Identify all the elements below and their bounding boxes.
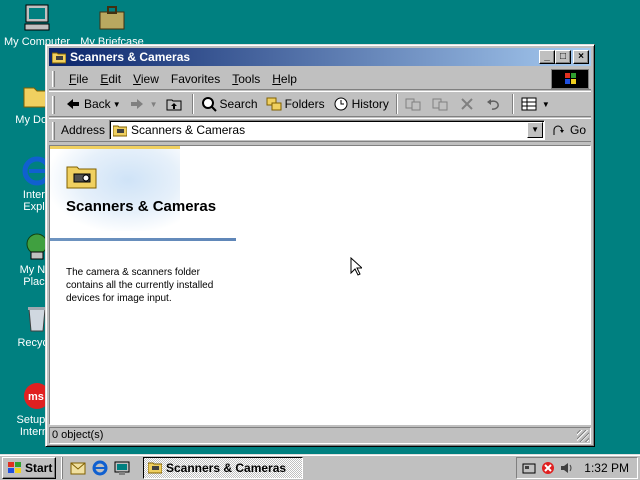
taskbar: Start Scanners & Cameras 1:32 PM	[0, 454, 640, 480]
folders-button[interactable]: Folders	[262, 93, 329, 115]
quick-launch-internet-explorer-icon[interactable]	[91, 459, 109, 477]
quick-launch	[62, 456, 135, 479]
start-label: Start	[25, 460, 53, 475]
my-computer-icon	[21, 2, 53, 34]
folders-icon	[266, 96, 282, 112]
scanner-folder-icon	[147, 461, 163, 474]
resize-grip[interactable]	[577, 430, 589, 442]
menu-help[interactable]: Help	[266, 72, 303, 86]
start-button[interactable]: Start	[2, 456, 56, 479]
address-value: Scanners & Cameras	[131, 123, 246, 137]
windows-logo-icon	[551, 69, 589, 89]
menu-tools[interactable]: Tools	[226, 72, 266, 86]
delete-button[interactable]	[455, 93, 482, 115]
toolbar-grip[interactable]	[52, 96, 55, 114]
system-tray: 1:32 PM	[516, 457, 638, 479]
title-bar[interactable]: Scanners & Cameras _ □ ×	[49, 48, 591, 66]
up-folder-icon	[166, 96, 182, 112]
folder-content-area[interactable]: Scanners & Cameras The camera & scanners…	[49, 145, 591, 425]
webview-accent-strip	[50, 146, 180, 149]
quick-launch-outlook-icon[interactable]	[69, 459, 87, 477]
back-button[interactable]: Back ▼	[61, 93, 125, 115]
menu-file[interactable]: File	[63, 72, 94, 86]
menu-edit[interactable]: Edit	[94, 72, 127, 86]
history-icon	[333, 96, 349, 112]
chevron-down-icon[interactable]: ▼	[113, 100, 121, 109]
pane-divider	[50, 238, 236, 241]
maximize-button[interactable]: □	[555, 50, 571, 64]
search-label: Search	[219, 97, 258, 111]
history-label: History	[351, 97, 389, 111]
tray-volume-icon[interactable]	[559, 460, 575, 476]
minimize-button[interactable]: _	[539, 50, 555, 64]
scanner-folder-icon	[51, 50, 67, 64]
folders-label: Folders	[284, 97, 325, 111]
toolbar-grip[interactable]	[52, 71, 55, 87]
move-to-button[interactable]	[401, 93, 428, 115]
briefcase-icon	[96, 2, 128, 34]
menu-favorites[interactable]: Favorites	[165, 72, 226, 86]
toolbar-separator	[511, 94, 514, 114]
tray-scanner-icon[interactable]	[521, 460, 537, 476]
desktop-icon-my-computer[interactable]: My Computer	[0, 2, 77, 48]
close-button[interactable]: ×	[573, 50, 589, 64]
menu-bar: File Edit View Favorites Tools Help	[49, 68, 591, 90]
address-input[interactable]: Scanners & Cameras ▼	[109, 120, 546, 140]
quick-launch-show-desktop-icon[interactable]	[113, 459, 131, 477]
back-arrow-icon	[65, 96, 81, 112]
back-label: Back	[84, 97, 111, 111]
address-label: Address	[61, 123, 106, 137]
toolbar-separator	[191, 94, 194, 114]
copy-to-icon	[432, 96, 448, 112]
chevron-down-icon[interactable]: ▼	[542, 100, 550, 109]
scanner-folder-icon	[112, 124, 128, 137]
copy-to-button[interactable]	[428, 93, 455, 115]
search-button[interactable]: Search	[197, 93, 262, 115]
forward-button[interactable]: ▼	[125, 93, 162, 115]
pane-title: Scanners & Cameras	[66, 198, 217, 215]
search-icon	[201, 96, 217, 112]
toolbar-separator	[395, 94, 398, 114]
undo-button[interactable]	[482, 93, 509, 115]
address-dropdown-button[interactable]: ▼	[527, 122, 544, 138]
undo-icon	[486, 96, 502, 112]
mouse-cursor-icon	[350, 256, 364, 280]
address-bar: Address Scanners & Cameras ▼ Go	[49, 118, 591, 142]
chevron-down-icon[interactable]: ▼	[150, 100, 158, 109]
desktop-icon-briefcase[interactable]: My Briefcase	[72, 2, 152, 48]
maximize-icon: □	[559, 51, 567, 62]
go-arrow-icon	[551, 123, 567, 137]
svg-text:ms: ms	[28, 391, 44, 403]
delete-icon	[459, 96, 475, 112]
toolbar-grip[interactable]	[52, 122, 55, 140]
history-button[interactable]: History	[329, 93, 393, 115]
views-icon	[521, 96, 537, 112]
close-icon: ×	[578, 51, 584, 62]
chevron-down-icon: ▼	[531, 125, 539, 134]
status-bar: 0 object(s)	[49, 427, 591, 444]
taskbar-window-button[interactable]: Scanners & Cameras	[143, 456, 303, 479]
forward-arrow-icon	[129, 96, 145, 112]
menu-view[interactable]: View	[127, 72, 165, 86]
up-folder-button[interactable]	[162, 93, 189, 115]
taskbar-window-label: Scanners & Cameras	[166, 460, 287, 475]
status-text: 0 object(s)	[52, 429, 104, 441]
go-label: Go	[570, 123, 587, 137]
move-to-icon	[405, 96, 421, 112]
standard-toolbar: Back ▼ ▼ Search Folders History ▼	[49, 91, 591, 117]
minimize-icon: _	[544, 51, 550, 62]
views-button[interactable]: ▼	[517, 93, 554, 115]
go-button[interactable]: Go	[551, 123, 586, 137]
explorer-window: Scanners & Cameras _ □ × File Edit View …	[45, 44, 595, 447]
scanner-camera-folder-icon	[66, 162, 98, 190]
windows-logo-icon	[6, 461, 22, 475]
clock[interactable]: 1:32 PM	[584, 461, 629, 475]
pane-description: The camera & scanners folder contains al…	[66, 267, 214, 304]
tray-network-error-icon[interactable]	[540, 460, 556, 476]
window-title: Scanners & Cameras	[70, 50, 191, 64]
